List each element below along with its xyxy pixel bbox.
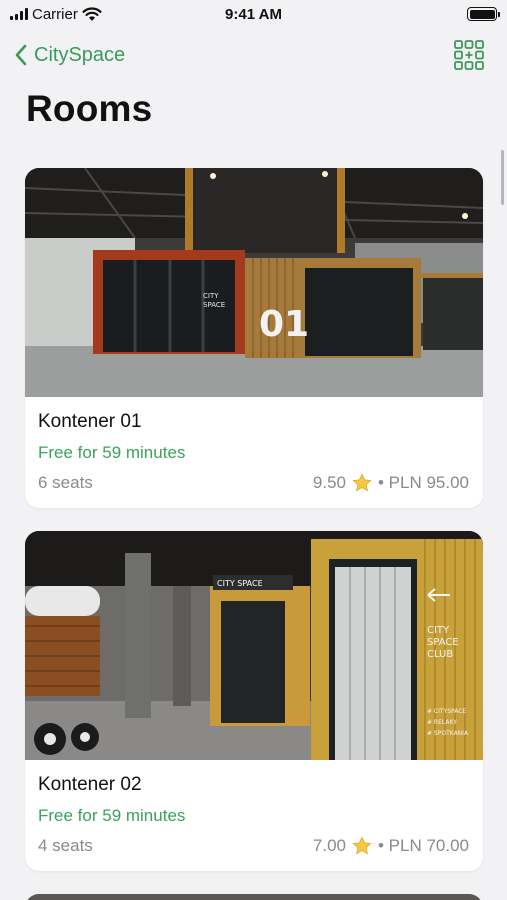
chevron-left-icon: [15, 44, 27, 66]
room-meta: 4 seats 7.00 • PLN 70.00: [38, 835, 469, 857]
room-photo: CITY SPACE CITY SPACE CLUB # CITYSPACE #…: [25, 531, 483, 760]
star-icon: [352, 473, 372, 492]
room-photo: CITY SPACE 01: [25, 168, 483, 397]
room-info: Kontener 02 Free for 59 minutes 4 seats …: [25, 760, 483, 871]
room-info: Kontener 01 Free for 59 minutes 6 seats …: [25, 397, 483, 508]
battery-icon: [467, 7, 500, 21]
room-availability: Free for 59 minutes: [38, 443, 186, 462]
room-rating-price: 7.00 • PLN 70.00: [313, 835, 469, 857]
carrier-label: Carrier: [32, 5, 78, 23]
photo-sign-number: 01: [259, 304, 309, 345]
room-card-peek[interactable]: [25, 894, 483, 900]
signal-icon: [10, 8, 28, 20]
room-meta: 6 seats 9.50 • PLN 95.00: [38, 472, 469, 494]
star-icon: [352, 836, 372, 855]
room-name: Kontener 01: [38, 411, 142, 432]
grid-view-icon[interactable]: [453, 39, 485, 71]
room-photo: [25, 894, 483, 900]
photo-sign-city: CITY: [427, 625, 450, 636]
photo-tag-3: # SPOTKANIA: [427, 730, 469, 737]
room-rating: 9.50: [312, 473, 346, 492]
room-price: • PLN 70.00: [377, 836, 469, 855]
room-rating: 7.00: [312, 836, 346, 855]
photo-tag-1: # CITYSPACE: [427, 708, 466, 715]
room-card[interactable]: CITY SPACE CITY SPACE CLUB # CITYSPACE #…: [25, 531, 483, 871]
back-label: CitySpace: [34, 43, 126, 66]
photo-sign-cityspace: CITY SPACE: [217, 579, 263, 588]
room-name: Kontener 02: [38, 774, 142, 795]
room-list: CITY SPACE 01 Kontener 01 Free for 59 mi…: [25, 168, 483, 900]
scroll-indicator[interactable]: [501, 150, 504, 205]
status-bar: Carrier 9:41 AM: [0, 0, 507, 28]
room-seats: 4 seats: [38, 836, 93, 855]
status-left: Carrier: [10, 6, 102, 23]
back-button[interactable]: CitySpace: [14, 43, 125, 67]
photo-sign-city: CITY: [203, 292, 219, 300]
nav-bar: CitySpace: [0, 36, 507, 74]
room-card[interactable]: CITY SPACE 01 Kontener 01 Free for 59 mi…: [25, 168, 483, 508]
photo-sign-space: SPACE: [427, 637, 459, 648]
room-price: • PLN 95.00: [377, 473, 469, 492]
page-title: Rooms: [26, 88, 153, 129]
photo-sign-club: CLUB: [427, 649, 453, 660]
room-availability: Free for 59 minutes: [38, 806, 186, 825]
photo-sign-space: SPACE: [203, 301, 225, 309]
photo-tag-2: # RELAKY: [427, 719, 457, 726]
room-seats: 6 seats: [38, 473, 93, 492]
room-rating-price: 9.50 • PLN 95.00: [313, 472, 469, 494]
wifi-icon: [82, 6, 102, 21]
